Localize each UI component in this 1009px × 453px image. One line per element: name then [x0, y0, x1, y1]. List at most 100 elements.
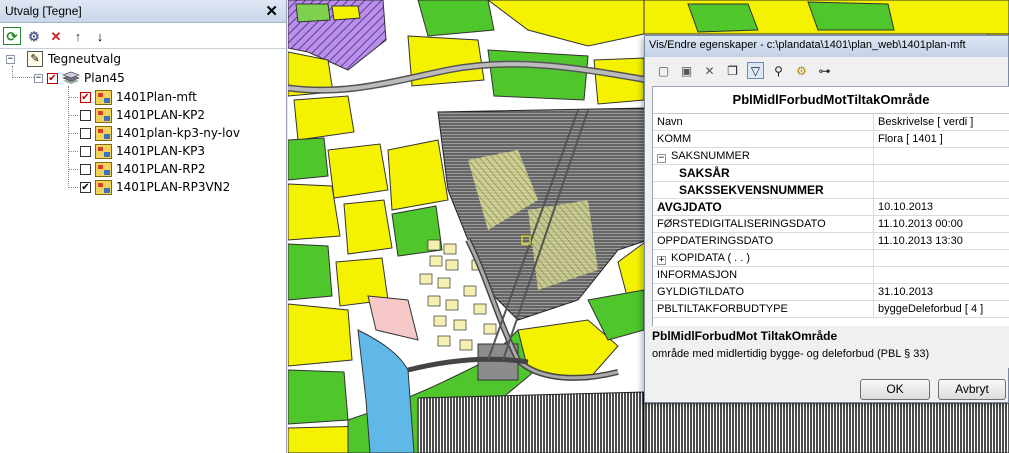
tree-group-plan45[interactable]: − ✔ Plan45: [34, 69, 125, 87]
settings-icon[interactable]: ⚙: [793, 62, 810, 79]
layer-tree-item[interactable]: ✔ 1401PLAN-RP3VN2: [80, 178, 230, 196]
property-value[interactable]: Flora [ 1401 ]: [874, 131, 1009, 147]
property-row[interactable]: OPPDATERINGSDATO 11.10.2013 13:30: [653, 233, 1009, 250]
dialog-title: Vis/Endre egenskaper - c:\plandata\1401\…: [645, 36, 1008, 57]
property-name: AVGJDATO: [653, 199, 874, 215]
layer-checkbox[interactable]: [80, 109, 91, 121]
property-name: − SAKSNUMMER: [653, 148, 874, 164]
property-name: FØRSTEDIGITALISERINGSDATO: [653, 216, 874, 232]
property-row[interactable]: PBLTILTAKFORBUDTYPE byggeDeleforbud [ 4 ]: [653, 301, 1009, 318]
property-name: KOMM: [653, 131, 874, 147]
property-value[interactable]: [874, 148, 1009, 164]
property-value[interactable]: [874, 250, 1009, 266]
select-filter-icon[interactable]: ⚲: [770, 62, 787, 79]
properties-grid: PblMidlForbudMotTiltakOmråde Navn Beskri…: [652, 86, 1009, 356]
panel-title: Utvalg [Tegne]: [5, 4, 82, 18]
property-row[interactable]: AVGJDATO 10.10.2013: [653, 199, 1009, 216]
column-header-name: Navn: [653, 114, 874, 130]
arrow-up-icon[interactable]: ↑: [69, 27, 87, 45]
grid-header-row: Navn Beskrivelse [ verdi ]: [653, 114, 1009, 131]
new-icon[interactable]: ▢: [655, 62, 672, 79]
map-layer-icon: [95, 107, 112, 123]
property-row[interactable]: SAKSÅR: [653, 165, 1009, 182]
property-row[interactable]: − SAKSNUMMER: [653, 148, 1009, 165]
property-name-text: KOPIDATA ( . . ): [671, 252, 751, 264]
panel-toolbar: ⟳ ⚙ ✕ ↑ ↓: [0, 23, 286, 49]
expand-icon[interactable]: +: [657, 256, 666, 265]
property-row[interactable]: FØRSTEDIGITALISERINGSDATO 11.10.2013 00:0…: [653, 216, 1009, 233]
layer-checkbox[interactable]: ✔: [80, 181, 91, 193]
description-title: PblMidlForbudMot TiltakOmråde: [652, 329, 838, 343]
dialog-toolbar: ▢ ▣ ✕ ❐ ▽ ⚲ ⚙ ⊶: [645, 57, 1008, 81]
layer-tree-item[interactable]: 1401PLAN-KP3: [80, 142, 205, 160]
arrow-down-icon[interactable]: ↓: [91, 27, 109, 45]
layer-tree-item[interactable]: 1401plan-kp3-ny-lov: [80, 124, 240, 142]
description-panel: PblMidlForbudMot TiltakOmråde område med…: [652, 326, 1009, 368]
map-layer-icon: [95, 161, 112, 177]
property-row[interactable]: KOMM Flora [ 1401 ]: [653, 131, 1009, 148]
map-layer-icon: [95, 143, 112, 159]
delete-icon[interactable]: ✕: [701, 62, 718, 79]
description-text: område med midlertidig bygge- og delefor…: [652, 348, 930, 360]
property-name-text: SAKSNUMMER: [671, 150, 750, 162]
properties-dialog: Vis/Endre egenskaper - c:\plandata\1401\…: [644, 35, 1009, 403]
layer-checkbox[interactable]: ✔: [80, 91, 91, 103]
object-type-heading: PblMidlForbudMotTiltakOmråde: [653, 87, 1009, 114]
collapse-icon[interactable]: −: [6, 54, 15, 64]
property-value[interactable]: byggeDeleforbud [ 4 ]: [874, 301, 1009, 317]
refresh-icon[interactable]: ⟳: [3, 27, 21, 45]
group-checkbox[interactable]: ✔: [47, 72, 58, 84]
group-label: Plan45: [84, 71, 125, 85]
property-value[interactable]: 11.10.2013 13:30: [874, 233, 1009, 249]
property-value[interactable]: 31.10.2013: [874, 284, 1009, 300]
close-icon[interactable]: ✕: [265, 2, 278, 20]
copy-icon[interactable]: ❐: [724, 62, 741, 79]
save-icon[interactable]: ▣: [678, 62, 695, 79]
layer-selection-panel: Utvalg [Tegne] ✕ ⟳ ⚙ ✕ ↑ ↓ − ✎ Tegneutva…: [0, 0, 287, 453]
property-name: GYLDIGTILDATO: [653, 284, 874, 300]
property-row[interactable]: GYLDIGTILDATO 31.10.2013: [653, 284, 1009, 301]
tree-root[interactable]: − ✎ Tegneutvalg: [6, 50, 121, 68]
property-value[interactable]: 10.10.2013: [874, 199, 1009, 215]
pencil-icon: ✎: [27, 51, 43, 67]
layer-tree: − ✎ Tegneutvalg − ✔ Plan45 ✔ 1401Plan-mft…: [0, 50, 287, 453]
layer-tree-item[interactable]: 1401PLAN-RP2: [80, 160, 205, 178]
layers-stack-icon: [62, 71, 80, 85]
property-value[interactable]: [874, 267, 1009, 283]
layer-label: 1401PLAN-RP3VN2: [116, 180, 231, 194]
property-row[interactable]: + KOPIDATA ( . . ): [653, 250, 1009, 267]
property-name: SAKSSEKVENSNUMMER: [653, 182, 874, 198]
property-row[interactable]: SAKSSEKVENSNUMMER: [653, 182, 1009, 199]
map-layer-icon: [95, 179, 112, 195]
property-value[interactable]: 11.10.2013 00:00: [874, 216, 1009, 232]
property-name-text: FØRSTEDIGITALISERINGSDATO: [657, 218, 826, 230]
layer-checkbox[interactable]: [80, 163, 91, 175]
layer-label: 1401PLAN-KP3: [116, 144, 205, 158]
layer-settings-icon[interactable]: ⚙: [25, 27, 43, 45]
property-name-text: KOMM: [657, 133, 692, 145]
ok-button[interactable]: OK: [860, 379, 930, 400]
link-icon[interactable]: ⊶: [816, 62, 833, 79]
property-name-text: GYLDIGTILDATO: [657, 286, 745, 298]
property-name-text: PBLTILTAKFORBUDTYPE: [657, 303, 788, 315]
property-name: INFORMASJON: [653, 267, 874, 283]
property-value[interactable]: [874, 182, 1009, 198]
collapse-icon[interactable]: −: [657, 154, 666, 163]
property-name-text: SAKSÅR: [679, 166, 730, 180]
property-value[interactable]: [874, 165, 1009, 181]
property-name-text: OPPDATERINGSDATO: [657, 235, 774, 247]
layer-label: 1401PLAN-KP2: [116, 108, 205, 122]
layer-label: 1401PLAN-RP2: [116, 162, 206, 176]
filter-icon[interactable]: ▽: [747, 62, 764, 79]
layer-tree-item[interactable]: ✔ 1401Plan-mft: [80, 88, 197, 106]
cancel-button[interactable]: Avbryt: [938, 379, 1006, 400]
collapse-icon[interactable]: −: [34, 73, 43, 83]
property-row[interactable]: INFORMASJON: [653, 267, 1009, 284]
layer-label: 1401Plan-mft: [116, 90, 197, 104]
delete-icon[interactable]: ✕: [47, 27, 65, 45]
map-layer-icon: [95, 125, 112, 141]
layer-checkbox[interactable]: [80, 127, 91, 139]
layer-checkbox[interactable]: [80, 145, 91, 157]
layer-tree-item[interactable]: 1401PLAN-KP2: [80, 106, 205, 124]
property-name-text: AVGJDATO: [657, 200, 722, 214]
